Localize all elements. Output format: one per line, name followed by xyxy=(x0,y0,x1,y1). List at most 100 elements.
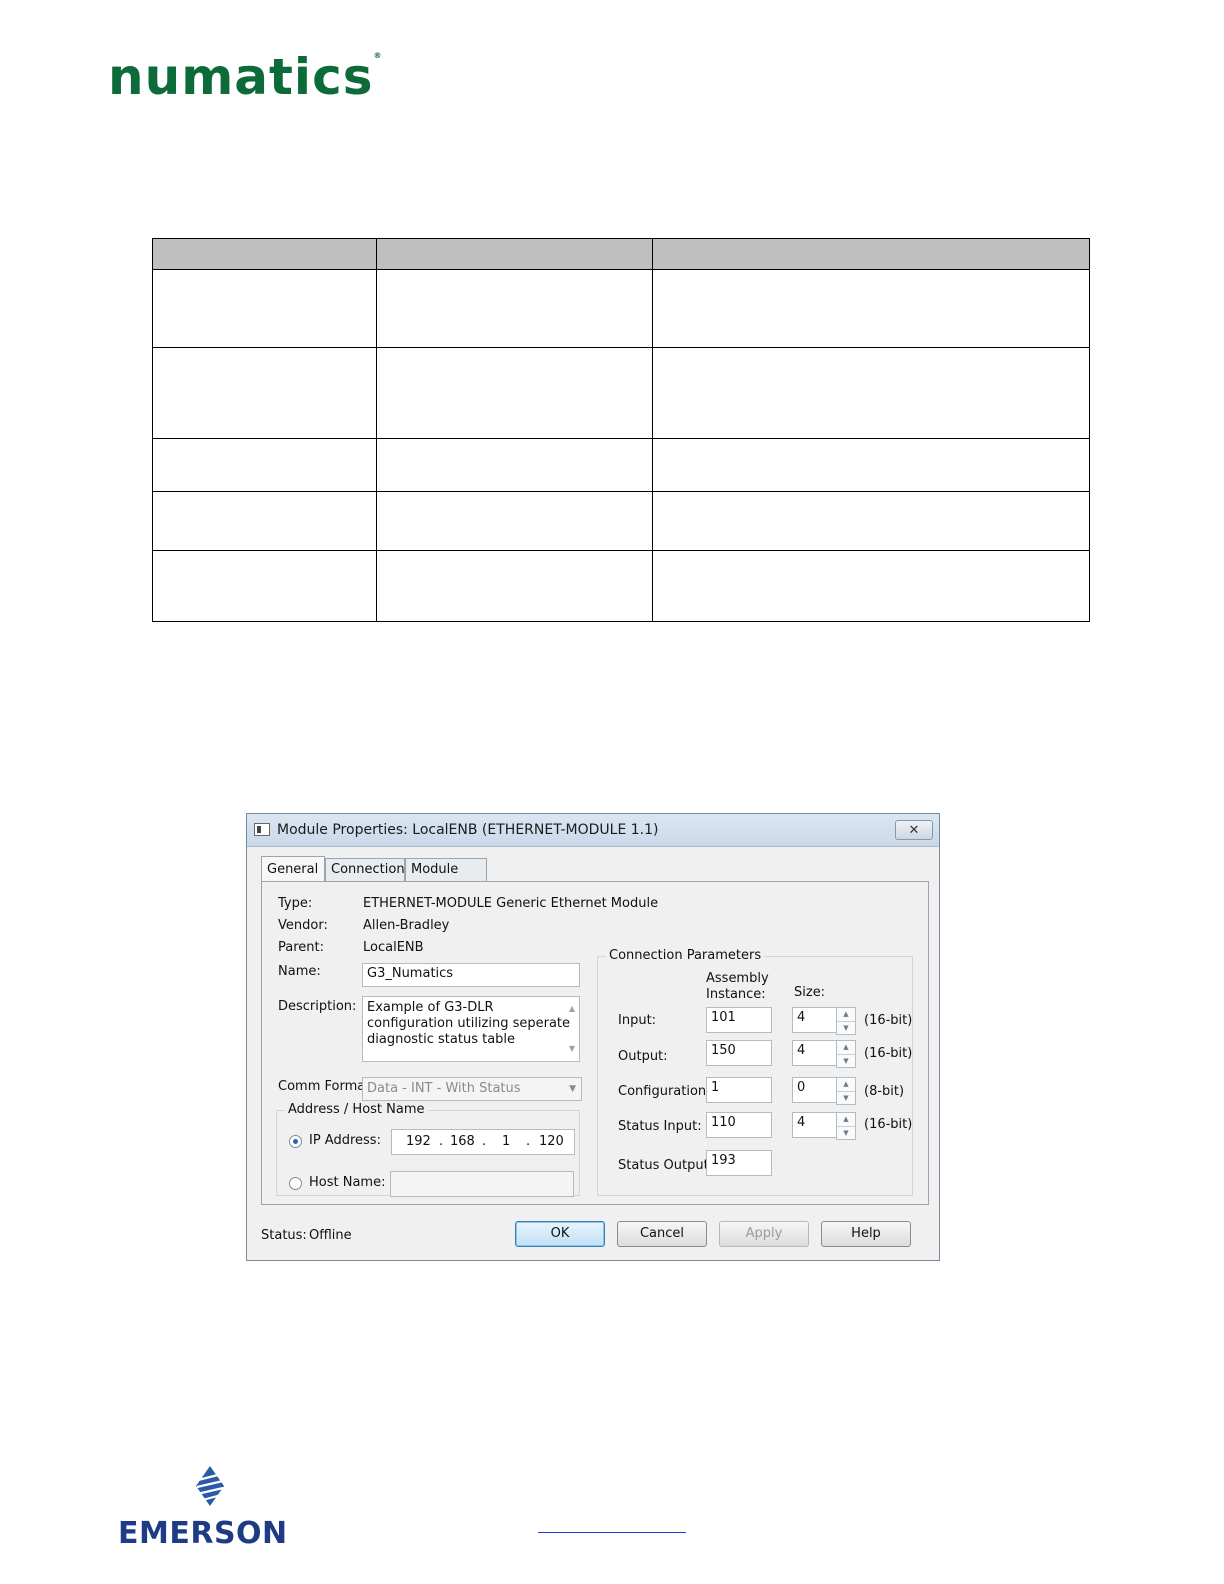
table-row xyxy=(152,550,1090,622)
spin-up-icon[interactable]: ▲ xyxy=(837,1041,855,1054)
spin-up-icon[interactable]: ▲ xyxy=(837,1078,855,1091)
host-name-label: Host Name: xyxy=(309,1175,386,1190)
table-cell xyxy=(376,550,653,622)
address-group: Address / Host Name IP Address: 192 . 16… xyxy=(276,1102,580,1197)
ip-address-label: IP Address: xyxy=(309,1133,381,1148)
cancel-button[interactable]: Cancel xyxy=(617,1221,707,1247)
comm-format-value: Data - INT - With Status xyxy=(367,1081,521,1096)
table-cell xyxy=(652,438,1090,492)
output-unit: (16-bit) xyxy=(864,1046,913,1061)
output-label: Output: xyxy=(618,1049,668,1064)
status-label: Status: xyxy=(261,1228,307,1243)
input-label: Input: xyxy=(618,1013,657,1028)
registered-mark: ® xyxy=(373,51,383,60)
module-properties-dialog: Module Properties: LocalENB (ETHERNET-MO… xyxy=(246,813,940,1261)
table-row xyxy=(152,347,1090,439)
dialog-titlebar[interactable]: Module Properties: LocalENB (ETHERNET-MO… xyxy=(247,814,939,847)
general-tab-panel: Type: ETHERNET-MODULE Generic Ethernet M… xyxy=(261,881,929,1205)
size-header: Size: xyxy=(794,985,826,1000)
ip-dot: . xyxy=(526,1134,531,1149)
spin-up-icon[interactable]: ▲ xyxy=(837,1008,855,1021)
chevron-down-icon: ▼ xyxy=(569,1084,576,1094)
tab-connection[interactable]: Connection xyxy=(325,858,405,882)
configuration-size-field[interactable]: 0 xyxy=(792,1077,838,1103)
close-button[interactable]: ✕ xyxy=(895,820,933,840)
parent-label: Parent: xyxy=(278,940,324,955)
ip-address-input[interactable]: 192 . 168 . 1 . 120 xyxy=(391,1129,575,1155)
address-group-title: Address / Host Name xyxy=(285,1102,428,1117)
ok-button[interactable]: OK xyxy=(515,1221,605,1247)
assembly-header: Assembly xyxy=(706,971,769,986)
vendor-label: Vendor: xyxy=(278,918,328,933)
scroll-down-icon[interactable]: ▼ xyxy=(569,1041,575,1057)
table-header-cell xyxy=(152,238,377,270)
apply-button[interactable]: Apply xyxy=(719,1221,809,1247)
tab-module-info[interactable]: Module Info xyxy=(405,858,487,899)
output-size-field[interactable]: 4 xyxy=(792,1040,838,1066)
table-cell xyxy=(152,438,377,492)
connection-parameters-title: Connection Parameters xyxy=(606,948,765,963)
table-cell xyxy=(152,269,377,348)
table-header-cell xyxy=(652,238,1090,270)
status-input-label: Status Input: xyxy=(618,1119,702,1134)
scroll-up-icon[interactable]: ▲ xyxy=(569,1001,575,1017)
table-cell xyxy=(652,269,1090,348)
configuration-instance-field[interactable]: 1 xyxy=(706,1077,772,1103)
output-instance-field[interactable]: 150 xyxy=(706,1040,772,1066)
status-input-unit: (16-bit) xyxy=(864,1117,913,1132)
status-input-size-field[interactable]: 4 xyxy=(792,1112,838,1138)
table-cell xyxy=(652,347,1090,439)
tab-general[interactable]: General xyxy=(261,856,325,882)
host-name-input[interactable] xyxy=(390,1171,574,1197)
table-cell xyxy=(376,269,653,348)
connection-parameters-group: Connection Parameters Assembly Instance:… xyxy=(597,948,913,1196)
status-output-instance-field[interactable]: 193 xyxy=(706,1150,772,1176)
name-input[interactable]: G3_Numatics xyxy=(362,963,580,987)
input-unit: (16-bit) xyxy=(864,1013,913,1028)
name-label: Name: xyxy=(278,964,321,979)
ip-address-radio[interactable] xyxy=(289,1135,302,1148)
dialog-title: Module Properties: LocalENB (ETHERNET-MO… xyxy=(277,822,659,838)
table-row xyxy=(152,438,1090,492)
footer-link-underline[interactable] xyxy=(538,1532,686,1533)
vendor-value: Allen-Bradley xyxy=(363,918,450,933)
configuration-size-spinner[interactable]: ▲ ▼ xyxy=(836,1077,856,1105)
numatics-logo: numatics® xyxy=(108,51,383,103)
emerson-logo-text: EMERSON xyxy=(118,1516,288,1551)
spin-up-icon[interactable]: ▲ xyxy=(837,1113,855,1126)
ip-octet-1: 192 xyxy=(406,1134,431,1149)
spin-down-icon[interactable]: ▼ xyxy=(837,1091,855,1105)
output-size-spinner[interactable]: ▲ ▼ xyxy=(836,1040,856,1068)
description-line: configuration utilizing seperate xyxy=(367,1016,571,1031)
spin-down-icon[interactable]: ▼ xyxy=(837,1054,855,1068)
table-cell xyxy=(376,347,653,439)
status-output-label: Status Output: xyxy=(618,1158,714,1173)
status-input-size-spinner[interactable]: ▲ ▼ xyxy=(836,1112,856,1140)
input-instance-field[interactable]: 101 xyxy=(706,1007,772,1033)
comm-format-select[interactable]: Data - INT - With Status ▼ xyxy=(362,1077,582,1101)
module-icon xyxy=(254,823,270,836)
close-icon: ✕ xyxy=(908,823,920,838)
table-cell xyxy=(376,491,653,551)
spin-down-icon[interactable]: ▼ xyxy=(837,1021,855,1035)
comm-format-label: Comm Format: xyxy=(278,1079,375,1094)
type-value: ETHERNET-MODULE Generic Ethernet Module xyxy=(363,896,659,911)
ip-dot: . xyxy=(439,1134,444,1149)
configuration-label: Configuration: xyxy=(618,1084,711,1099)
spin-down-icon[interactable]: ▼ xyxy=(837,1126,855,1140)
ip-octet-3: 1 xyxy=(502,1134,511,1149)
parent-value: LocalENB xyxy=(363,940,424,955)
description-line: Example of G3-DLR xyxy=(367,1000,494,1015)
input-size-field[interactable]: 4 xyxy=(792,1007,838,1033)
table-row xyxy=(152,269,1090,348)
host-name-radio[interactable] xyxy=(289,1177,302,1190)
table-cell xyxy=(652,491,1090,551)
description-textarea[interactable]: Example of G3-DLR configuration utilizin… xyxy=(362,996,580,1062)
status-value: Offline xyxy=(309,1228,352,1243)
help-button[interactable]: Help xyxy=(821,1221,911,1247)
input-size-spinner[interactable]: ▲ ▼ xyxy=(836,1007,856,1035)
ip-octet-4: 120 xyxy=(539,1134,564,1149)
table-cell xyxy=(152,550,377,622)
logo-text: numatics xyxy=(108,48,374,106)
status-input-instance-field[interactable]: 110 xyxy=(706,1112,772,1138)
